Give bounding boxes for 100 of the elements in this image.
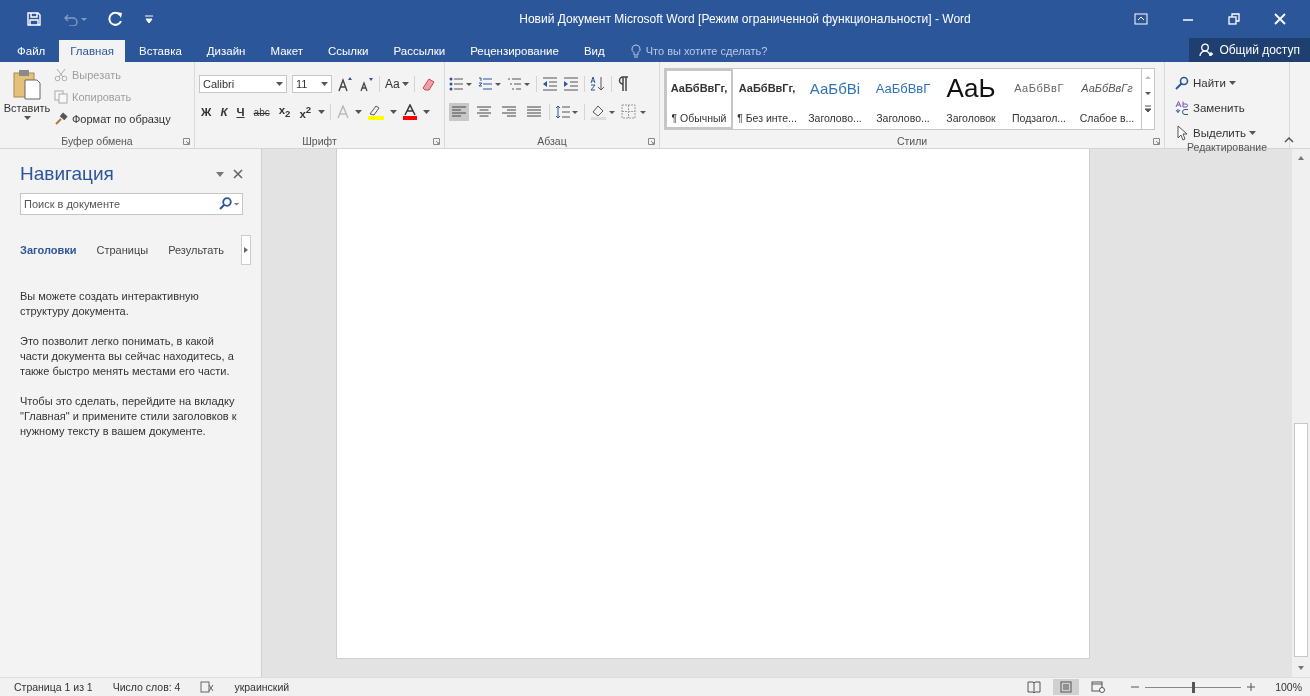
redo-icon[interactable] <box>108 11 124 27</box>
ribbon-tab[interactable]: Ссылки <box>317 40 380 62</box>
dropdown-caret-icon[interactable] <box>23 116 31 120</box>
dialog-launcher-icon[interactable] <box>183 138 190 145</box>
ribbon-tab[interactable]: Файл <box>6 40 57 62</box>
scroll-right-button[interactable] <box>241 235 251 265</box>
decrease-indent-icon[interactable] <box>542 77 558 91</box>
shrink-font-icon[interactable] <box>358 76 374 92</box>
style-item[interactable]: АаБбВвГ Заголово... <box>869 69 937 129</box>
view-button[interactable] <box>1053 679 1080 695</box>
align-lines-icon <box>527 106 541 118</box>
shading-icon[interactable] <box>590 104 616 120</box>
scissors-icon <box>54 67 68 82</box>
dropdown-caret-icon[interactable] <box>1228 80 1236 85</box>
dialog-launcher-icon[interactable] <box>1153 138 1160 145</box>
dropdown-caret-icon[interactable] <box>423 110 431 114</box>
format-button[interactable]: Ж <box>199 106 214 118</box>
ribbon-tab[interactable]: Главная <box>59 40 126 62</box>
ribbon-tab[interactable]: Дизайн <box>195 40 257 62</box>
help-text: Вы можете создать интерактивную структуру документа. <box>20 289 200 319</box>
numbering-icon[interactable] <box>478 77 502 91</box>
sort-icon[interactable] <box>590 76 606 92</box>
page-count[interactable]: Страница 1 из 1 <box>14 681 93 693</box>
share-button[interactable]: Общий доступ <box>1189 38 1310 62</box>
ribbon-tab[interactable]: Рецензирование <box>459 40 570 62</box>
zoom-level[interactable]: 100% <box>1275 681 1302 693</box>
zoom-in-icon[interactable] <box>1247 683 1256 691</box>
format-button[interactable]: abc <box>251 106 272 118</box>
right-arrow-icon <box>244 247 248 253</box>
pane-tab[interactable]: Заголовки <box>20 244 77 256</box>
ribbon-display-icon[interactable] <box>1134 13 1148 25</box>
editing-button[interactable]: Заменить <box>1175 99 1245 116</box>
replace-icon <box>1175 100 1189 115</box>
increase-indent-icon[interactable] <box>563 77 579 91</box>
proofing-icon[interactable] <box>200 681 215 693</box>
web-layout-icon <box>1091 681 1106 693</box>
customize-icon[interactable] <box>144 14 154 24</box>
multilevel-list-icon[interactable] <box>507 77 531 91</box>
line-spacing-icon[interactable] <box>555 105 579 119</box>
editing-button[interactable]: Выделить <box>1175 124 1247 141</box>
search-icon[interactable] <box>218 197 240 211</box>
scrollbar-thumb[interactable] <box>1294 423 1308 657</box>
bullets-icon[interactable] <box>449 77 473 91</box>
language-label[interactable]: украинский <box>234 681 290 693</box>
ribbon-tab[interactable]: Рассылки <box>382 40 457 62</box>
help-text: Чтобы это сделать, перейдите на вкладку "Главная" и примените стили заголовков к нужному тексту в вашем документе. <box>20 394 238 439</box>
format-button[interactable]: x$^{2}$ <box>297 104 314 120</box>
pane-options-icon[interactable] <box>215 170 225 178</box>
save-icon[interactable] <box>26 11 42 27</box>
person-add-icon <box>1199 43 1216 57</box>
style-item[interactable]: АаБбВвГг, ¶ Без инте... <box>733 69 801 129</box>
search-field[interactable]: Поиск в документе <box>20 193 243 215</box>
font-color-icon[interactable] <box>402 104 419 120</box>
cursor-icon <box>1175 124 1189 141</box>
group-label: Стили <box>896 135 928 147</box>
tell-me-field[interactable]: Что вы хотите сделать? <box>645 45 768 57</box>
pane-tab[interactable]: Страницы <box>96 244 149 256</box>
pane-tab[interactable]: Результать <box>168 244 224 256</box>
dialog-launcher-icon[interactable] <box>433 138 440 145</box>
group-label: Редактирование <box>1187 141 1267 153</box>
change-case-button[interactable]: Aa <box>385 77 400 91</box>
align-lines-icon <box>477 106 491 118</box>
dropdown-caret-icon[interactable] <box>321 82 328 86</box>
highlighter-icon[interactable] <box>367 104 386 120</box>
close-icon[interactable] <box>233 169 243 179</box>
format-button[interactable]: x$_{2}$ <box>276 104 293 120</box>
format-button[interactable]: К <box>218 106 230 118</box>
lightbulb-icon <box>630 44 641 58</box>
dialog-launcher-icon[interactable] <box>648 138 655 145</box>
pilcrow-icon[interactable] <box>617 76 629 92</box>
style-item[interactable]: АаБбВвГг Слабое в... <box>1073 69 1141 129</box>
style-item[interactable]: АаЬ Заголовок <box>937 69 1005 129</box>
borders-icon[interactable] <box>621 104 647 120</box>
paste-button[interactable]: Вставить <box>4 66 50 134</box>
format-button[interactable]: Ч <box>234 106 247 118</box>
ribbon-tab[interactable]: Вставка <box>128 40 193 62</box>
clipboard-button[interactable]: Формат по образцу <box>54 110 171 127</box>
style-item[interactable]: АаБбВі Заголово... <box>801 69 869 129</box>
dropdown-caret-icon[interactable] <box>390 110 398 114</box>
editing-button[interactable]: Найти <box>1175 74 1226 91</box>
window-title: Новий Документ Microsoft Word [Режим ограниченной функциональности] - Word <box>518 12 972 26</box>
font-size-field[interactable]: 11 <box>292 75 332 93</box>
grow-font-icon[interactable] <box>337 76 353 92</box>
dropdown-caret-icon[interactable] <box>276 82 283 86</box>
book-icon <box>1027 681 1042 693</box>
font-name-field[interactable]: Calibri <box>199 75 287 93</box>
restore-icon[interactable] <box>1228 13 1240 25</box>
style-item[interactable]: АаБбВвГг, ¶ Обычный <box>665 69 733 129</box>
copy-icon <box>54 89 68 104</box>
collapse-ribbon-icon[interactable] <box>1284 136 1294 144</box>
group-label: Буфер обмена <box>61 135 133 147</box>
dropdown-caret-icon[interactable] <box>1249 130 1257 135</box>
dropdown-caret-icon[interactable] <box>318 110 326 114</box>
ribbon-tab[interactable]: Макет <box>259 40 314 62</box>
page-icon <box>1059 681 1074 693</box>
dropdown-caret-icon[interactable] <box>355 110 363 114</box>
style-item[interactable]: АаБбВвГ Подзагол... <box>1005 69 1073 129</box>
word-count[interactable]: Число слов: 4 <box>112 681 181 693</box>
ribbon-tab[interactable]: Вид <box>572 40 616 62</box>
dropdown-caret-icon[interactable] <box>401 82 409 86</box>
